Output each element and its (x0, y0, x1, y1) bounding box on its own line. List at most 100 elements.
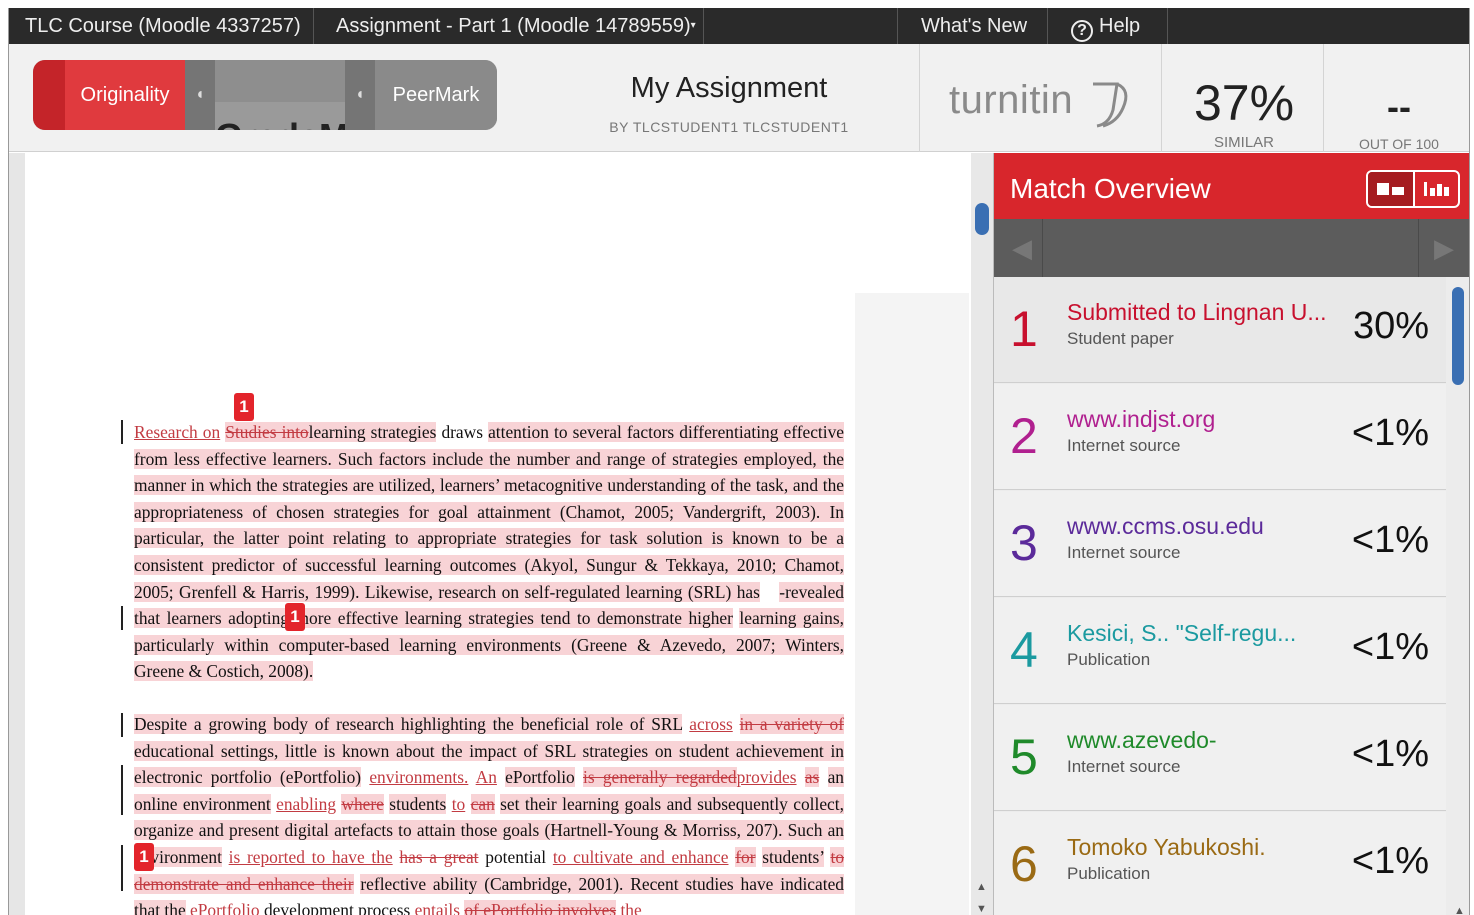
paragraph-1: Research on Studies intolearning strateg… (134, 419, 845, 685)
inserted-text: to cultivate and enhance (552, 846, 729, 867)
match-percent: <1% (1351, 519, 1429, 561)
inserted-text: the (620, 900, 642, 915)
document-margin (9, 153, 25, 915)
match-percent: <1% (1351, 412, 1429, 454)
deleted-text: is generally regarded (583, 767, 737, 788)
match-nav-bar: ◀ ▶ (994, 219, 1469, 277)
chevron-right-icon[interactable]: ▶ (1434, 233, 1454, 264)
view-bar-chart-icon[interactable] (1415, 172, 1458, 206)
deleted-text: for (735, 846, 756, 867)
document-scrollbar[interactable]: ▲ ▼ (971, 153, 993, 915)
inserted-text: An (475, 767, 497, 788)
inserted-text: to (451, 793, 466, 814)
paragraph-2: Despite a growing body of research highl… (134, 711, 845, 915)
divider (703, 8, 704, 44)
inserted-text: provides (736, 767, 797, 788)
revision-bar (121, 845, 123, 891)
chevron-left-icon[interactable]: ◀ (1012, 233, 1032, 264)
match-list: 1 Submitted to Lingnan U... Student pape… (994, 277, 1446, 915)
match-rank: 6 (1010, 836, 1038, 892)
matched-text[interactable]: learning strategies (308, 422, 437, 442)
match-item[interactable]: 5 www.azevedo- Internet source <1% (994, 705, 1446, 811)
scroll-up-icon[interactable]: ▲ (976, 881, 987, 893)
match-source-type: Internet source (1067, 543, 1181, 562)
inserted-text: entails (414, 900, 461, 915)
match-item[interactable]: 3 www.ccms.osu.edu Internet source <1% (994, 491, 1446, 597)
course-link[interactable]: TLC Course (Moodle 4337257) (25, 8, 301, 44)
match-source-type: Publication (1067, 864, 1151, 883)
matched-text[interactable]: students (389, 793, 447, 814)
match-source-name[interactable]: Submitted to Lingnan U... (1067, 299, 1327, 326)
divider (1047, 8, 1048, 44)
originality-tab[interactable]: Originality (65, 60, 185, 130)
match-source-name[interactable]: www.azevedo- (1067, 727, 1217, 754)
scroll-thumb[interactable] (975, 203, 989, 235)
match-item[interactable]: 1 Submitted to Lingnan U... Student pape… (994, 277, 1446, 383)
matched-text[interactable]: attention to several factors differentia… (134, 422, 845, 602)
match-source-name[interactable]: www.indjst.org (1067, 406, 1215, 433)
matched-text[interactable]: Despite a growing body of research highl… (134, 714, 683, 734)
match-source-type: Publication (1067, 650, 1151, 669)
grade-value[interactable]: -- (1327, 86, 1469, 128)
matched-text[interactable]: ePortfolio (505, 767, 575, 788)
deleted-text: where (341, 793, 384, 814)
divider (313, 8, 314, 44)
similarity-label: SIMILAR (1213, 134, 1274, 151)
match-percent: <1% (1351, 840, 1429, 882)
app-frame: TLC Course (Moodle 4337257) Assignment -… (8, 8, 1470, 915)
match-overview-title: Match Overview (1010, 173, 1211, 204)
match-rank: 3 (1010, 515, 1038, 571)
mode-handle: ◖ (185, 60, 215, 130)
help-label: Help (1099, 15, 1141, 37)
revision-bar (121, 606, 123, 630)
mode-switcher: Originality ◖ GradeMark ◖ PeerMark (33, 60, 497, 130)
help-circle-icon: ? (1071, 20, 1093, 42)
deleted-text: in a variety of (739, 714, 844, 734)
help-link[interactable]: ? Help (1071, 8, 1140, 44)
match-marker[interactable]: 1 (134, 843, 154, 871)
scroll-up-icon[interactable]: ▲ (1454, 905, 1465, 915)
similarity-score[interactable]: 37% (1165, 74, 1323, 132)
deleted-text: of ePortfolio involves (464, 900, 617, 915)
match-source-type: Student paper (1067, 329, 1174, 348)
document-viewer[interactable]: Research on Studies intolearning strateg… (9, 153, 969, 915)
scroll-down-icon[interactable]: ▼ (976, 903, 987, 915)
match-rank: 2 (1010, 408, 1038, 464)
match-source-name[interactable]: Kesici, S.. "Self-regu... (1067, 620, 1296, 647)
chevron-down-icon: ▾ (690, 20, 696, 31)
match-source-name[interactable]: www.ccms.osu.edu (1067, 513, 1264, 540)
match-marker[interactable]: 1 (285, 603, 305, 631)
match-marker[interactable]: 1 (234, 393, 254, 421)
match-item[interactable]: 6 Tomoko Yabukoshi. Publication <1% (994, 812, 1446, 915)
assignment-menu-label: Assignment - Part 1 (Moodle 14789559) (336, 15, 691, 37)
grademark-tab[interactable]: GradeMark (215, 102, 403, 130)
mode-handle: ◖ (345, 60, 375, 130)
match-source-name[interactable]: Tomoko Yabukoshi. (1067, 834, 1266, 861)
assignment-menu[interactable]: Assignment - Part 1 (Moodle 14789559)▾ (336, 8, 696, 44)
deleted-text: as (804, 767, 820, 788)
assignment-title: My Assignment (630, 72, 828, 104)
peermark-tab[interactable]: PeerMark (375, 60, 497, 130)
divider (1167, 8, 1168, 44)
scroll-thumb[interactable] (1452, 287, 1464, 385)
view-top-sources-icon[interactable] (1368, 172, 1413, 206)
revision-bar (121, 713, 123, 737)
match-source-type: Internet source (1067, 757, 1181, 776)
match-list-scrollbar[interactable]: ▲ (1446, 277, 1469, 915)
match-source-type: Internet source (1067, 436, 1181, 455)
body-text: development process (263, 900, 411, 915)
whats-new-link[interactable]: What's New (921, 8, 1027, 44)
match-overview-header: Match Overview (994, 153, 1469, 219)
match-overview-panel: Match Overview ◀ ▶ 1 Submitted to Lingna… (993, 153, 1469, 915)
view-toggle (1366, 170, 1460, 208)
divider (1418, 219, 1419, 277)
match-item[interactable]: 4 Kesici, S.. "Self-regu... Publication … (994, 598, 1446, 704)
page-background (855, 293, 969, 915)
matched-text[interactable]: students’ (762, 846, 824, 867)
match-percent: <1% (1351, 626, 1429, 668)
inserted-text: is reported to have the (228, 846, 393, 867)
match-item[interactable]: 2 www.indjst.org Internet source <1% (994, 384, 1446, 490)
deleted-text: has a great (399, 846, 479, 867)
inserted-text: enabling (276, 793, 337, 814)
body-text: potential (485, 846, 547, 867)
